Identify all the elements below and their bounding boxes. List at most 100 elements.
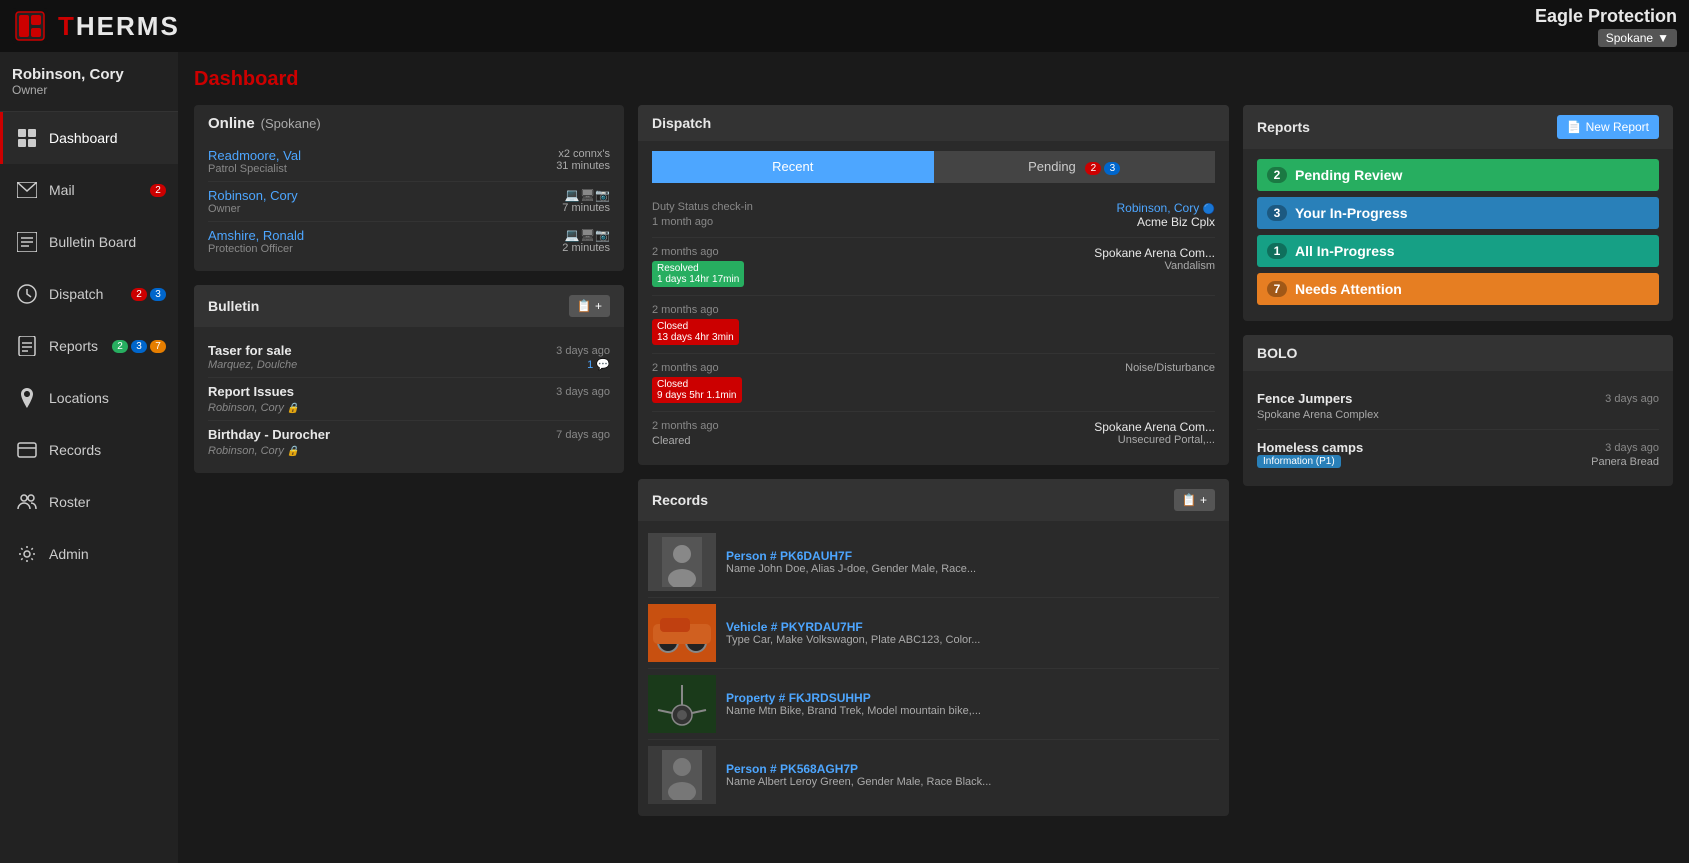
record-item-3-id: Property # FKJRDSUHHP bbox=[726, 691, 981, 705]
record-item-4-desc: Name Albert Leroy Green, Gender Male, Ra… bbox=[726, 776, 991, 788]
record-item-1[interactable]: Person # PK6DAUH7F Name John Doe, Alias … bbox=[648, 527, 1219, 598]
dispatch-item-4[interactable]: 2 months ago Closed9 days 5hr 1.1min Noi… bbox=[652, 354, 1215, 412]
logo-text: THERMS bbox=[58, 11, 180, 42]
record-item-4[interactable]: Person # PK568AGH7P Name Albert Leroy Gr… bbox=[648, 740, 1219, 810]
sidebar-item-admin[interactable]: Admin bbox=[0, 528, 178, 580]
report-item-pending-review[interactable]: 2 Pending Review bbox=[1257, 159, 1659, 191]
online-user-1: Readmoore, Val Patrol Specialist x2 conn… bbox=[208, 142, 610, 182]
online-user-1-connx: x2 connx's bbox=[556, 148, 610, 160]
logo: THERMS bbox=[12, 8, 180, 44]
roster-icon bbox=[15, 490, 39, 514]
report-item-all-in-progress[interactable]: 1 All In-Progress bbox=[1257, 235, 1659, 267]
dispatch-title: Dispatch bbox=[652, 115, 711, 131]
bulletin-icon bbox=[15, 230, 39, 254]
dispatch-item-5[interactable]: 2 months ago Cleared Spokane Arena Com..… bbox=[652, 412, 1215, 455]
logo-icon bbox=[12, 8, 48, 44]
bulletin-item-1-title: Taser for sale bbox=[208, 343, 292, 358]
dispatch-header: Dispatch bbox=[638, 105, 1229, 141]
online-user-3-name[interactable]: Amshire, Ronald bbox=[208, 228, 304, 243]
dispatch-item-4-right: Noise/Disturbance bbox=[1125, 362, 1215, 374]
bulletin-add-button[interactable]: 📋 + bbox=[569, 295, 610, 317]
dashboard-icon bbox=[15, 126, 39, 150]
sidebar-item-records[interactable]: Records bbox=[0, 424, 178, 476]
bulletin-item-2[interactable]: Report Issues 3 days ago Robinson, Cory … bbox=[208, 378, 610, 421]
reports-badges: 2 3 7 bbox=[112, 340, 166, 353]
dispatch-item-2-type: Vandalism bbox=[1094, 260, 1215, 272]
sidebar-item-dispatch[interactable]: Dispatch 2 3 bbox=[0, 268, 178, 320]
dispatch-item-2[interactable]: 2 months ago Resolved1 days 14hr 17min S… bbox=[652, 238, 1215, 296]
dispatch-item-3-time: 2 months ago bbox=[652, 304, 739, 316]
bolo-card: BOLO Fence Jumpers 3 days ago Spokane Ar… bbox=[1243, 335, 1673, 486]
bolo-item-2[interactable]: Homeless camps 3 days ago Information (P… bbox=[1257, 430, 1659, 476]
dispatch-item-5-time: 2 months ago bbox=[652, 420, 719, 432]
sidebar-item-reports[interactable]: Reports 2 3 7 bbox=[0, 320, 178, 372]
online-user-1-role: Patrol Specialist bbox=[208, 163, 301, 175]
dispatch-item-1[interactable]: Duty Status check-in 1 month ago Robinso… bbox=[652, 193, 1215, 238]
record-item-1-info: Person # PK6DAUH7F Name John Doe, Alias … bbox=[726, 533, 976, 591]
online-user-1-left: Readmoore, Val Patrol Specialist bbox=[208, 148, 301, 175]
location-badge[interactable]: Spokane ▼ bbox=[1598, 29, 1677, 47]
dispatch-tab-pending[interactable]: Pending 2 3 bbox=[934, 151, 1216, 183]
record-item-2[interactable]: Vehicle # PKYRDAU7HF Type Car, Make Volk… bbox=[648, 598, 1219, 669]
records-title: Records bbox=[652, 492, 708, 508]
reports-body: 2 Pending Review 3 Your In-Progress 1 Al… bbox=[1243, 149, 1673, 321]
record-item-3[interactable]: Property # FKJRDSUHHP Name Mtn Bike, Bra… bbox=[648, 669, 1219, 740]
dispatch-item-2-location: Spokane Arena Com... bbox=[1094, 246, 1215, 260]
dispatch-item-3[interactable]: 2 months ago Closed13 days 4hr 3min bbox=[652, 296, 1215, 354]
online-user-1-right: x2 connx's 31 minutes bbox=[556, 148, 610, 172]
bolo-item-1-location: Spokane Arena Complex bbox=[1257, 409, 1379, 421]
bulletin-header: Bulletin 📋 + bbox=[194, 285, 624, 327]
online-user-2-icons: 💻🖥📷 bbox=[562, 188, 610, 202]
admin-label: Admin bbox=[49, 546, 89, 562]
sidebar-item-locations[interactable]: Locations bbox=[0, 372, 178, 424]
online-user-3: Amshire, Ronald Protection Officer 💻🖥📷 2… bbox=[208, 222, 610, 261]
left-column: Online (Spokane) Readmoore, Val Patrol S… bbox=[194, 105, 624, 816]
new-report-button[interactable]: 📄 New Report bbox=[1557, 115, 1659, 139]
bulletin-item-2-meta: Report Issues 3 days ago bbox=[208, 384, 610, 399]
report-in-progress-badge: 3 bbox=[1267, 205, 1287, 221]
bulletin-item-1[interactable]: Taser for sale 3 days ago Marquez, Doulc… bbox=[208, 337, 610, 378]
dashboard-label: Dashboard bbox=[49, 130, 118, 146]
mail-badge-count: 2 bbox=[150, 184, 166, 197]
bolo-item-1[interactable]: Fence Jumpers 3 days ago Spokane Arena C… bbox=[1257, 381, 1659, 430]
online-user-3-left: Amshire, Ronald Protection Officer bbox=[208, 228, 304, 255]
company-name: Eagle Protection bbox=[1535, 6, 1677, 27]
dispatch-pending-badge-2: 3 bbox=[1104, 162, 1120, 175]
reports-label: Reports bbox=[49, 338, 98, 354]
dispatch-item-5-left: 2 months ago Cleared bbox=[652, 420, 719, 447]
report-needs-attention-badge: 7 bbox=[1267, 281, 1287, 297]
bolo-item-1-time: 3 days ago bbox=[1605, 393, 1659, 405]
mail-icon bbox=[15, 178, 39, 202]
online-user-2-name[interactable]: Robinson, Cory bbox=[208, 188, 298, 203]
report-item-needs-attention[interactable]: 7 Needs Attention bbox=[1257, 273, 1659, 305]
bulletin-label: Bulletin Board bbox=[49, 234, 136, 250]
dispatch-item-5-right: Spokane Arena Com... Unsecured Portal,..… bbox=[1094, 420, 1215, 446]
dispatch-tab-recent-label: Recent bbox=[772, 159, 813, 174]
bulletin-item-1-meta: Taser for sale 3 days ago bbox=[208, 343, 610, 358]
bulletin-body: Taser for sale 3 days ago Marquez, Doulc… bbox=[194, 327, 624, 473]
dispatch-item-4-time: 2 months ago bbox=[652, 362, 742, 374]
reports-card: Reports 📄 New Report 2 Pending Review 3 bbox=[1243, 105, 1673, 321]
locations-icon bbox=[15, 386, 39, 410]
report-item-in-progress[interactable]: 3 Your In-Progress bbox=[1257, 197, 1659, 229]
dispatch-pending-badge-1: 2 bbox=[1085, 162, 1101, 175]
sidebar-item-roster[interactable]: Roster bbox=[0, 476, 178, 528]
online-user-2-left: Robinson, Cory Owner bbox=[208, 188, 298, 215]
online-user-1-name[interactable]: Readmoore, Val bbox=[208, 148, 301, 163]
records-add-button[interactable]: 📋 + bbox=[1174, 489, 1215, 511]
bulletin-item-2-title: Report Issues bbox=[208, 384, 294, 399]
record-item-2-id: Vehicle # PKYRDAU7HF bbox=[726, 620, 980, 634]
bulletin-item-3[interactable]: Birthday - Durocher 7 days ago Robinson,… bbox=[208, 421, 610, 463]
sidebar-item-bulletin[interactable]: Bulletin Board bbox=[0, 216, 178, 268]
record-item-3-info: Property # FKJRDSUHHP Name Mtn Bike, Bra… bbox=[726, 675, 981, 733]
record-img-3 bbox=[648, 675, 716, 733]
dispatch-tab-recent[interactable]: Recent bbox=[652, 151, 934, 183]
top-bar: THERMS Eagle Protection Spokane ▼ bbox=[0, 0, 1689, 52]
dispatch-item-1-person: Robinson, Cory 🔵 bbox=[1117, 201, 1216, 215]
dispatch-item-1-time: 1 month ago bbox=[652, 216, 753, 228]
bolo-title: BOLO bbox=[1257, 345, 1297, 361]
right-column: Reports 📄 New Report 2 Pending Review 3 bbox=[1243, 105, 1673, 816]
sidebar-item-mail[interactable]: Mail 2 bbox=[0, 164, 178, 216]
sidebar-item-dashboard[interactable]: Dashboard bbox=[0, 112, 178, 164]
dispatch-pending-badges: 2 3 bbox=[1085, 162, 1120, 175]
